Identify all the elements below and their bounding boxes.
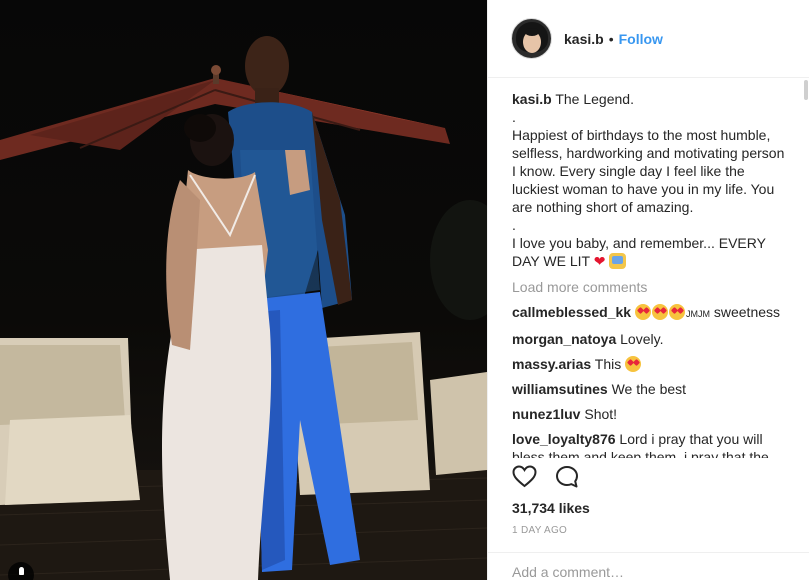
- avatar[interactable]: [511, 18, 552, 59]
- comment-username[interactable]: nunez1luv: [512, 406, 580, 422]
- list-item: callmeblessed_kk JMJM sweetness: [512, 303, 792, 323]
- comment-text: sweetness: [709, 304, 781, 320]
- comment-username[interactable]: callmeblessed_kk: [512, 304, 631, 320]
- comment-username[interactable]: love_loyalty876: [512, 431, 616, 447]
- add-comment-bar: [488, 552, 809, 580]
- likes-count[interactable]: 31,734 likes: [512, 500, 590, 516]
- photo-illustration: [0, 36, 487, 580]
- list-item: massy.arias This: [512, 355, 792, 373]
- comments-scrollbar[interactable]: [804, 80, 808, 100]
- comment-username[interactable]: massy.arias: [512, 356, 591, 372]
- list-item: love_loyalty876 Lord i pray that you wil…: [512, 430, 792, 458]
- load-more-comments-button[interactable]: Load more comments: [512, 278, 792, 296]
- list-item: morgan_natoya Lovely.: [512, 330, 792, 348]
- comment-text: This: [594, 356, 622, 372]
- comment-username[interactable]: williamsutines: [512, 381, 608, 397]
- caption-text: The Legend. . Happiest of birthdays to t…: [512, 91, 785, 269]
- separator-dot: •: [608, 30, 614, 47]
- heart-emoji-icon: ❤: [593, 253, 606, 269]
- post-actions: [512, 465, 579, 489]
- header-username[interactable]: kasi.b: [564, 31, 604, 47]
- post-timestamp: 1 DAY AGO: [512, 525, 568, 536]
- comment-text: Shot!: [584, 406, 618, 422]
- comments-list: kasi.b The Legend. . Happiest of birthda…: [512, 90, 792, 458]
- heart-eyes-emoji-icon: [625, 356, 642, 372]
- post-header: kasi.b • Follow: [488, 0, 809, 78]
- list-item: nunez1luv Shot!: [512, 405, 792, 423]
- caption: kasi.b The Legend. . Happiest of birthda…: [512, 90, 792, 270]
- comment-username[interactable]: morgan_natoya: [512, 331, 616, 347]
- heart-eyes-emoji-icon: [634, 304, 651, 320]
- heart-outline-icon[interactable]: [512, 465, 537, 489]
- heart-eyes-emoji-icon: [651, 304, 668, 320]
- speech-bubble-icon[interactable]: [555, 465, 579, 489]
- heart-eyes-emoji-icon: [668, 304, 685, 320]
- caption-username[interactable]: kasi.b: [512, 91, 552, 107]
- post-photo[interactable]: [0, 0, 487, 580]
- comment-text: Lovely.: [620, 331, 664, 347]
- add-comment-input[interactable]: [512, 564, 782, 580]
- follow-button[interactable]: Follow: [619, 31, 663, 47]
- list-item: williamsutines We the best: [512, 380, 792, 398]
- comment-small-text: JMJM: [685, 309, 710, 319]
- comment-text: We the best: [611, 381, 687, 397]
- raised-hands-emoji-icon: [609, 253, 627, 269]
- post-sidebar: kasi.b • Follow kasi.b The Legend. . Hap…: [487, 0, 809, 580]
